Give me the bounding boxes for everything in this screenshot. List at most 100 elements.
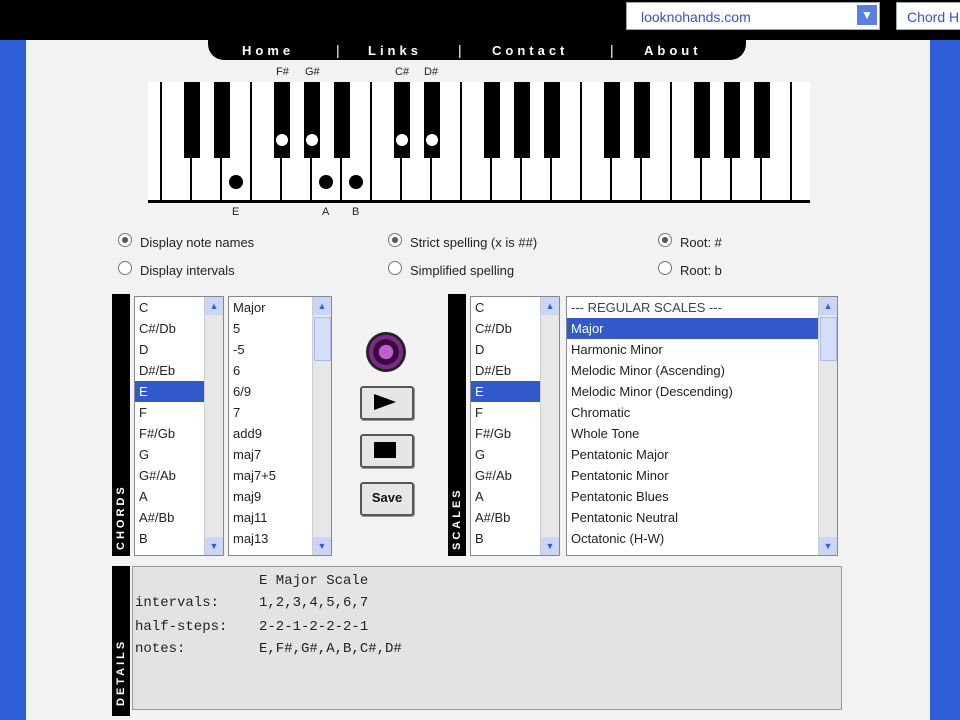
scroll-thumb[interactable]	[314, 317, 331, 361]
play-button[interactable]	[360, 386, 414, 420]
radio-root-flat[interactable]	[658, 261, 672, 275]
scroll-down-icon[interactable]: ▼	[819, 537, 837, 555]
white-key-divider	[790, 82, 792, 202]
details-intervals-value: 1,2,3,4,5,6,7	[259, 595, 369, 611]
nav-contact[interactable]: Contact	[492, 43, 568, 58]
note-marker-csharp	[396, 134, 408, 146]
black-key[interactable]	[634, 82, 650, 158]
radio-display-intervals[interactable]	[118, 261, 132, 275]
piano-keyboard[interactable]	[148, 82, 810, 202]
details-intervals-label: intervals:	[135, 595, 220, 611]
note-marker-fsharp	[276, 134, 288, 146]
black-key[interactable]	[514, 82, 530, 158]
scroll-down-icon[interactable]: ▼	[541, 537, 559, 555]
radio-strict-spelling[interactable]	[388, 233, 402, 247]
list-item[interactable]: Pentatonic Blues	[567, 486, 837, 507]
label-root-sharp: Root: #	[680, 235, 722, 250]
list-item[interactable]: Harmonic Minor	[567, 339, 837, 360]
scale-root-list[interactable]: C C#/Db D D#/Eb E F F#/Gb G G#/Ab A A#/Bb B ▲ ▼	[470, 296, 560, 556]
save-button-label: Save	[371, 490, 403, 505]
play-icon	[374, 394, 396, 410]
black-key[interactable]	[604, 82, 620, 158]
list-item[interactable]: Pentatonic Major	[567, 444, 837, 465]
note-marker-a	[319, 175, 333, 189]
white-key-divider	[580, 82, 582, 202]
list-item[interactable]: Melodic Minor (Descending)	[567, 381, 837, 402]
black-key[interactable]	[304, 82, 320, 158]
scale-type-scrollbar[interactable]: ▲ ▼	[818, 297, 837, 555]
chord-root-scrollbar[interactable]: ▲ ▼	[204, 297, 223, 555]
white-key-divider	[670, 82, 672, 202]
details-halfsteps-value: 2-2-1-2-2-2-1	[259, 619, 369, 635]
radio-simplified-spelling[interactable]	[388, 261, 402, 275]
label-display-note-names: Display note names	[140, 235, 255, 250]
black-key[interactable]	[394, 82, 410, 158]
note-marker-e	[229, 175, 243, 189]
white-key-divider	[160, 82, 162, 202]
note-label-dsharp: D#	[424, 66, 439, 78]
note-label-b: B	[352, 206, 360, 218]
chord-root-list[interactable]: C C#/Db D D#/Eb E F F#/Gb G G#/Ab A A#/Bb B ▲ ▼	[134, 296, 224, 556]
main-nav: Home | Links | Contact | About	[208, 40, 746, 60]
nav-links[interactable]: Links	[368, 43, 422, 58]
list-item[interactable]: Major	[567, 318, 837, 339]
list-item[interactable]: Octatonic (H-W)	[567, 528, 837, 549]
chords-label: CHORDS	[115, 484, 127, 550]
black-key[interactable]	[544, 82, 560, 158]
scroll-down-icon[interactable]: ▼	[313, 537, 331, 555]
white-key-divider	[370, 82, 372, 202]
white-key-divider	[250, 82, 252, 202]
scales-side-label: SCALES	[448, 294, 466, 556]
list-item[interactable]: Whole Tone	[567, 423, 837, 444]
details-title: E Major Scale	[259, 573, 369, 589]
radio-root-sharp[interactable]	[658, 233, 672, 247]
list-item[interactable]: Chromatic	[567, 402, 837, 423]
list-item[interactable]: Melodic Minor (Ascending)	[567, 360, 837, 381]
black-key[interactable]	[184, 82, 200, 158]
speaker-icon[interactable]	[366, 332, 406, 372]
nav-home[interactable]: Home	[242, 43, 294, 58]
chord-type-scrollbar[interactable]: ▲ ▼	[312, 297, 331, 555]
scale-type-items: --- REGULAR SCALES --- Major Harmonic Mino…	[567, 297, 837, 549]
chords-side-label: CHORDS	[112, 294, 130, 556]
black-key[interactable]	[724, 82, 740, 158]
scroll-up-icon[interactable]: ▲	[313, 297, 331, 315]
scale-root-scrollbar[interactable]: ▲ ▼	[540, 297, 559, 555]
scroll-up-icon[interactable]: ▲	[205, 297, 223, 315]
dropdown-arrow-icon[interactable]: ▼	[857, 5, 877, 25]
stop-button[interactable]	[360, 434, 414, 468]
list-item[interactable]: Pentatonic Minor	[567, 465, 837, 486]
black-key[interactable]	[694, 82, 710, 158]
nav-about[interactable]: About	[644, 43, 702, 58]
black-key[interactable]	[214, 82, 230, 158]
scroll-thumb[interactable]	[820, 317, 837, 361]
scroll-up-icon[interactable]: ▲	[541, 297, 559, 315]
scale-type-list[interactable]: --- REGULAR SCALES --- Major Harmonic Mino…	[566, 296, 838, 556]
black-key[interactable]	[334, 82, 350, 158]
details-side-label: DETAILS	[112, 566, 130, 716]
details-halfsteps-label: half-steps:	[135, 619, 228, 635]
black-key[interactable]	[484, 82, 500, 158]
black-key[interactable]	[424, 82, 440, 158]
list-item[interactable]: --- REGULAR SCALES ---	[567, 297, 837, 318]
note-marker-dsharp	[426, 134, 438, 146]
note-label-csharp: C#	[395, 66, 410, 78]
note-label-e: E	[232, 206, 240, 218]
note-label-fsharp: F#	[276, 66, 289, 78]
black-key[interactable]	[274, 82, 290, 158]
address-dropdown[interactable]: looknohands.com ▼	[626, 2, 880, 30]
radio-display-note-names[interactable]	[118, 233, 132, 247]
white-key-divider	[460, 82, 462, 202]
secondary-dropdown[interactable]: Chord H	[896, 2, 960, 30]
black-key[interactable]	[754, 82, 770, 158]
scroll-down-icon[interactable]: ▼	[205, 537, 223, 555]
label-display-intervals: Display intervals	[140, 263, 235, 278]
scales-label: SCALES	[451, 487, 463, 550]
list-item[interactable]: Pentatonic Neutral	[567, 507, 837, 528]
details-label: DETAILS	[115, 638, 127, 706]
note-label-gsharp: G#	[305, 66, 320, 78]
label-strict-spelling: Strict spelling (x is ##)	[410, 235, 538, 250]
chord-type-list[interactable]: Major 5 -5 6 6/9 7 add9 maj7 maj7+5 maj9 maj11 maj1…	[228, 296, 332, 556]
save-button[interactable]: Save	[360, 482, 414, 516]
scroll-up-icon[interactable]: ▲	[819, 297, 837, 315]
